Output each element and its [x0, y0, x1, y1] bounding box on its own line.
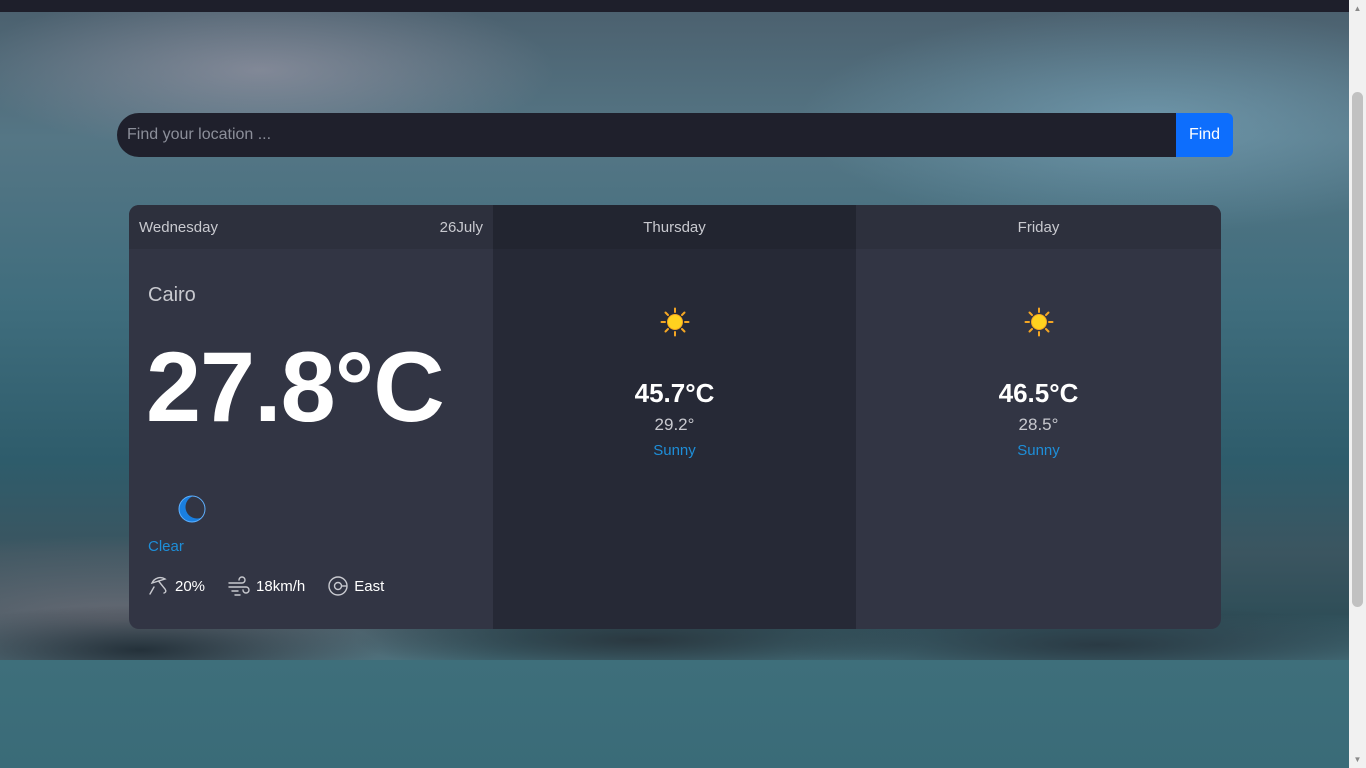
forecast-card-body: 46.5°C 28.5° Sunny: [856, 249, 1221, 629]
sun-icon: [1024, 307, 1053, 337]
today-card: Wednesday 26July Cairo 27.8°C Clear 20% …: [129, 205, 493, 629]
search-input[interactable]: [117, 113, 1176, 157]
top-navbar: [0, 0, 1349, 12]
scrollbar-thumb[interactable]: [1352, 92, 1363, 607]
min-temperature: 28.5°: [1018, 415, 1059, 434]
background-snowfield: [0, 660, 1349, 768]
humidity-value: 20%: [175, 577, 206, 595]
wind-icon: [228, 576, 250, 596]
max-temperature: 46.5°C: [998, 378, 1079, 408]
today-date: 26July: [439, 218, 483, 236]
forecast-card-thursday: Thursday 45.7°C 29.2° Sunny: [493, 205, 856, 629]
today-card-body: Cairo 27.8°C Clear 20% 18km/h East: [129, 249, 493, 629]
forecast-day: Thursday: [493, 205, 856, 249]
forecast-condition: Sunny: [1017, 442, 1060, 459]
sun-icon: [660, 307, 689, 337]
find-button[interactable]: Find: [1176, 113, 1233, 157]
wind-direction-stat: East: [327, 575, 384, 597]
moon-icon: [178, 495, 207, 523]
compass-icon: [328, 576, 348, 596]
umbrella-icon: [149, 576, 167, 595]
wind-direction-value: East: [354, 577, 385, 595]
vertical-scrollbar[interactable]: ▲ ▼: [1349, 0, 1366, 768]
today-day: Wednesday: [139, 218, 218, 236]
current-condition: Clear: [148, 538, 184, 555]
min-temperature: 29.2°: [654, 415, 695, 434]
search-bar: Find: [117, 113, 1233, 157]
max-temperature: 45.7°C: [634, 378, 715, 408]
weather-stats: 20% 18km/h East: [148, 575, 406, 597]
forecast-panel: Wednesday 26July Cairo 27.8°C Clear 20% …: [129, 205, 1221, 629]
current-temperature: 27.8°C: [146, 331, 445, 442]
scroll-up-arrow-icon[interactable]: ▲: [1349, 0, 1366, 17]
scroll-down-arrow-icon[interactable]: ▼: [1349, 751, 1366, 768]
forecast-day: Friday: [856, 205, 1221, 249]
today-card-header: Wednesday 26July: [129, 205, 493, 249]
wind-speed-value: 18km/h: [256, 577, 306, 595]
wind-speed-stat: 18km/h: [227, 575, 305, 597]
forecast-card-friday: Friday 46.5°C 28.5° Sunny: [856, 205, 1221, 629]
humidity-stat: 20%: [148, 575, 205, 597]
forecast-card-body: 45.7°C 29.2° Sunny: [493, 249, 856, 629]
forecast-condition: Sunny: [653, 442, 696, 459]
city-name: Cairo: [148, 284, 196, 306]
